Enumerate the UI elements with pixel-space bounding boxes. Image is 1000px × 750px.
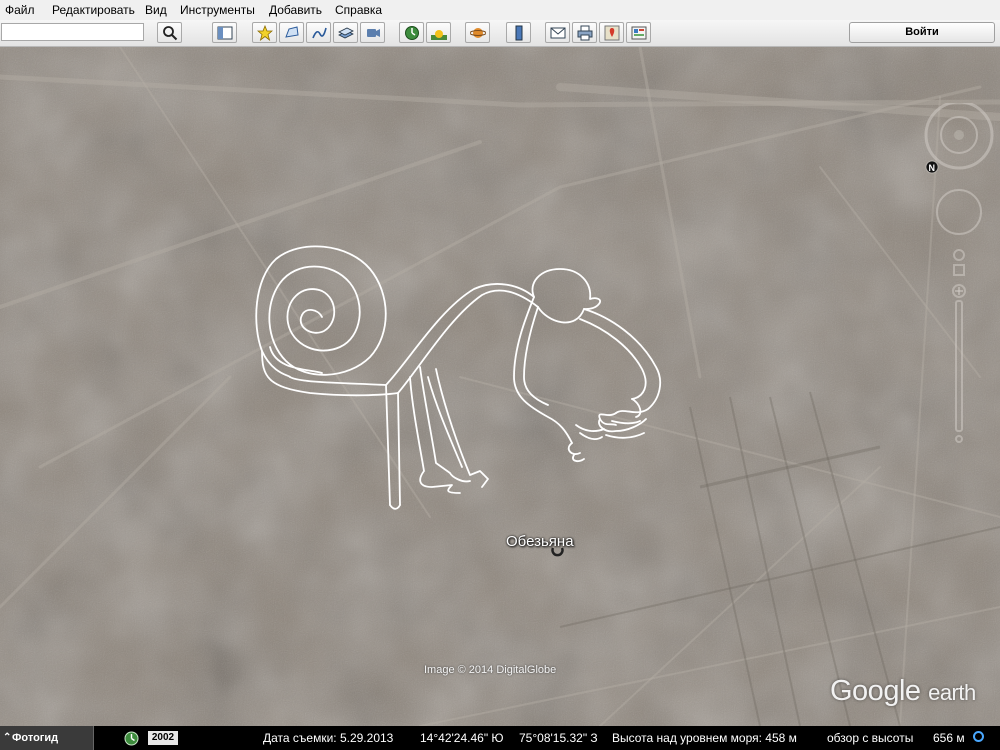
google-maps-icon [604, 25, 620, 41]
tour-guide-button[interactable]: ⌃ Фотогид [0, 726, 94, 750]
logo-earth-text: earth [928, 680, 976, 705]
satellite-imagery [0, 47, 1000, 726]
eye-altitude-label: обзор с высоты [827, 731, 914, 745]
ruler-icon [515, 25, 523, 41]
status-bar: ⌃ Фотогид 2002 Дата съемки: 5.29.2013 14… [0, 726, 1000, 750]
menu-bar: Файл Редактировать Вид Инструменты Добав… [0, 0, 1000, 20]
elevation: Высота над уровнем моря: 458 м [612, 731, 797, 745]
record-tour-button[interactable] [360, 22, 385, 43]
print-icon [577, 25, 593, 41]
sunlight-icon [431, 30, 447, 40]
sidebar-toggle-button[interactable] [212, 22, 237, 43]
search-input[interactable] [1, 23, 144, 41]
zoom-slider[interactable] [952, 284, 966, 443]
ruler-button[interactable] [506, 22, 531, 43]
menu-help[interactable]: Справка [335, 3, 382, 17]
add-path-button[interactable] [306, 22, 331, 43]
chevron-up-icon: ⌃ [3, 732, 12, 743]
planet-icon [470, 28, 486, 38]
record-tour-icon [367, 29, 380, 37]
print-button[interactable] [572, 22, 597, 43]
google-earth-logo: Google earth [830, 675, 976, 708]
imagery-copyright: Image © 2014 DigitalGlobe [424, 664, 557, 676]
add-polygon-button[interactable] [279, 22, 304, 43]
tour-guide-label: Фотогид [12, 732, 59, 744]
email-icon [550, 27, 566, 39]
logo-google-text: Google [830, 675, 921, 707]
path-icon [312, 27, 327, 39]
menu-edit[interactable]: Редактировать [52, 3, 135, 17]
imagery-year-badge[interactable]: 2002 [148, 731, 178, 745]
streaming-status-icon [973, 731, 984, 742]
toolbar: Войти [0, 20, 1000, 47]
look-joystick[interactable] [924, 100, 994, 170]
menu-view[interactable]: Вид [145, 3, 167, 17]
login-button[interactable]: Войти [849, 22, 995, 43]
placemark-label[interactable]: Обезьяна [506, 533, 574, 550]
overlay-icon [338, 27, 354, 39]
eye-altitude-value: 656 м [933, 731, 965, 745]
latitude: 14°42'24.46" Ю [420, 731, 504, 745]
kml-button[interactable] [626, 22, 651, 43]
street-view-pegman-icon[interactable] [953, 249, 965, 276]
sidebar-icon [217, 26, 233, 40]
historical-imagery-icon [405, 26, 419, 40]
kml-icon [631, 26, 647, 40]
add-overlay-button[interactable] [333, 22, 358, 43]
map-view[interactable]: Обезьяна Image © 2014 DigitalGlobe Googl… [0, 47, 1000, 726]
nav-graphics: N [924, 100, 994, 443]
historical-imagery-button[interactable] [399, 22, 424, 43]
menu-file[interactable]: Файл [5, 3, 35, 17]
sunlight-button[interactable] [426, 22, 451, 43]
menu-add[interactable]: Добавить [269, 3, 322, 17]
historical-imagery-icon[interactable] [124, 731, 139, 746]
switch-planet-button[interactable] [465, 22, 490, 43]
menu-tools[interactable]: Инструменты [180, 3, 255, 17]
search-icon [163, 26, 178, 41]
longitude: 75°08'15.32" З [519, 731, 598, 745]
email-button[interactable] [545, 22, 570, 43]
add-placemark-button[interactable] [252, 22, 277, 43]
view-in-google-maps-button[interactable] [599, 22, 624, 43]
search-button[interactable] [157, 22, 182, 43]
move-joystick[interactable] [936, 189, 982, 235]
polygon-icon [285, 26, 299, 38]
placemark-icon [257, 25, 273, 41]
north-indicator: N [929, 163, 936, 173]
imagery-date: Дата съемки: 5.29.2013 [263, 731, 394, 745]
navigation-controls: N [915, 100, 1000, 443]
